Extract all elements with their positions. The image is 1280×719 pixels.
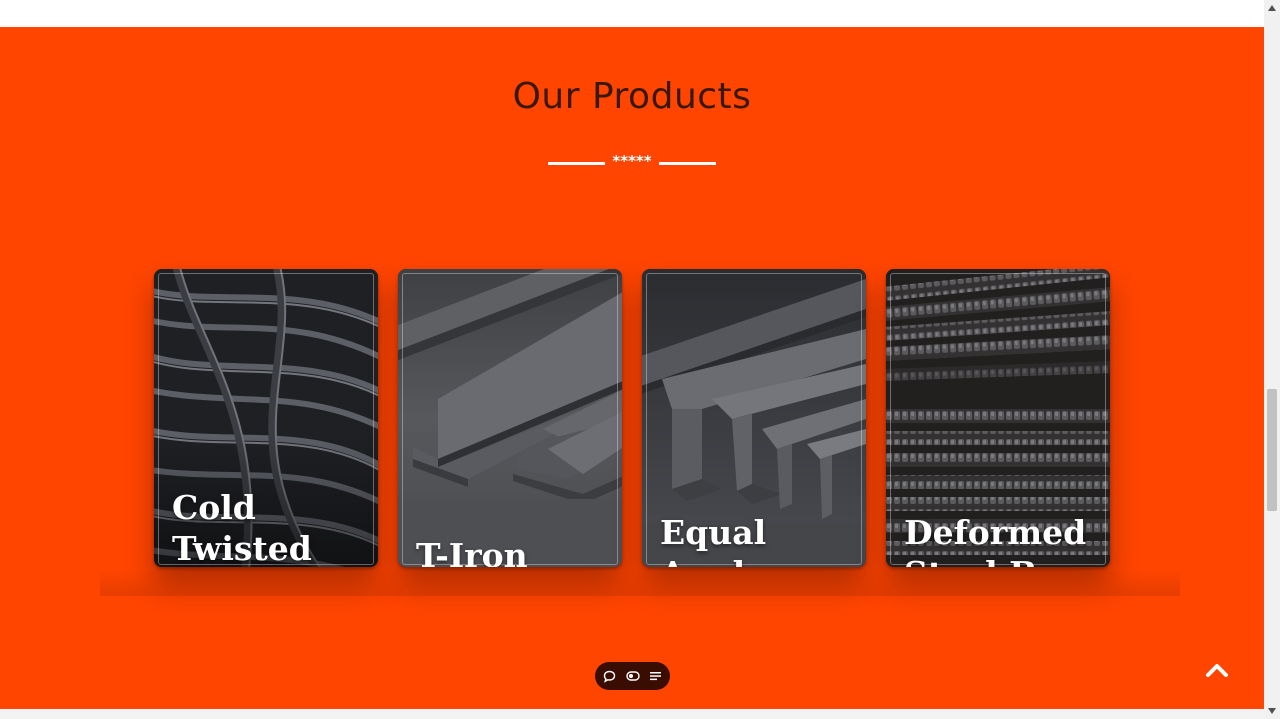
- title-divider: *****: [548, 151, 716, 171]
- product-card-title: Equal Angle Bars: [660, 513, 767, 567]
- scroll-up-arrow-icon[interactable]: [1264, 0, 1280, 16]
- divider-line-left: [548, 162, 605, 165]
- product-card-equal-angle-bars[interactable]: Equal Angle Bars: [642, 269, 866, 567]
- divider-stars: *****: [612, 152, 652, 170]
- divider-line-right: [659, 162, 716, 165]
- product-card-title: Deformed Steel Bars: [904, 513, 1094, 567]
- scrollbar-thumb[interactable]: [1267, 389, 1277, 511]
- product-card-title: Cold Twisted Bar: [172, 488, 312, 567]
- page-top-bar: [0, 0, 1264, 27]
- floating-toolbar: [595, 662, 670, 690]
- carousel-shadow: [100, 570, 1180, 596]
- t-iron-bars-image: [398, 269, 622, 567]
- chevron-up-icon: [1206, 664, 1228, 677]
- vertical-scrollbar[interactable]: [1264, 0, 1280, 719]
- menu-list-icon[interactable]: [649, 669, 663, 683]
- toggle-icon[interactable]: [625, 669, 640, 683]
- product-card-title: T-Iron Bars: [416, 536, 528, 567]
- product-card-deformed-steel-bars[interactable]: Deformed Steel Bars: [886, 269, 1110, 567]
- page-bottom-strip: [0, 709, 1264, 719]
- scroll-down-arrow-icon[interactable]: [1264, 703, 1280, 719]
- back-to-top-button[interactable]: [1201, 654, 1233, 686]
- section-title: Our Products: [512, 76, 752, 117]
- product-card-cold-twisted-bar[interactable]: Cold Twisted Bar: [154, 269, 378, 567]
- product-card-t-iron-bars[interactable]: T-Iron Bars: [398, 269, 622, 567]
- chat-bubble-icon[interactable]: [603, 669, 617, 683]
